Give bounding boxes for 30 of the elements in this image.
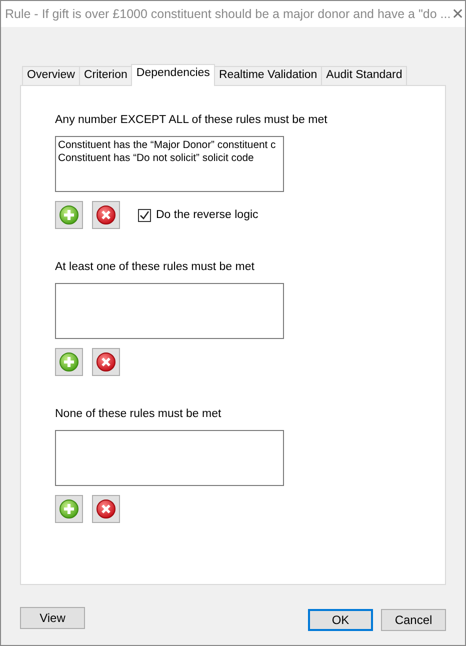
add-button[interactable]	[55, 201, 83, 229]
section-label: Any number EXCEPT ALL of these rules must be met	[55, 114, 328, 128]
list-item[interactable]: Constituent has the “Major Donor” constituent c	[58, 139, 281, 152]
cancel-button[interactable]: Cancel	[381, 609, 446, 631]
plus-icon	[59, 352, 79, 372]
remove-button[interactable]	[92, 201, 120, 229]
ok-button[interactable]: OK	[308, 609, 373, 631]
plus-icon	[59, 499, 79, 519]
close-button[interactable]: ✕	[450, 5, 465, 23]
remove-button[interactable]	[92, 348, 120, 376]
tab[interactable]: Audit Standard	[321, 66, 408, 85]
window-title: Rule - If gift is over £1000 constituent should be a major donor and have a "do ...	[5, 7, 451, 21]
remove-button[interactable]	[92, 495, 120, 523]
rules-list[interactable]: Constituent has the “Major Donor” constituent c Constituent has “Do not solicit” solicit code	[55, 136, 284, 192]
close-icon	[96, 499, 116, 519]
checkbox[interactable]	[138, 208, 151, 222]
rules-list[interactable]	[55, 283, 284, 339]
add-button[interactable]	[55, 495, 83, 523]
plus-icon	[59, 205, 79, 225]
add-button[interactable]	[55, 348, 83, 376]
section-label: None of these rules must be met	[55, 408, 222, 422]
close-icon	[96, 205, 116, 225]
checkbox-label: Do the reverse logic	[156, 209, 258, 221]
list-item[interactable]: Constituent has “Do not solicit” solicit code	[58, 152, 281, 165]
close-icon	[96, 352, 116, 372]
view-button[interactable]: View	[20, 607, 85, 629]
section-label: At least one of these rules must be met	[55, 261, 256, 275]
rules-list[interactable]	[55, 430, 284, 486]
tab[interactable]: Overview	[22, 66, 80, 85]
tab[interactable]: Dependencies	[131, 64, 215, 86]
